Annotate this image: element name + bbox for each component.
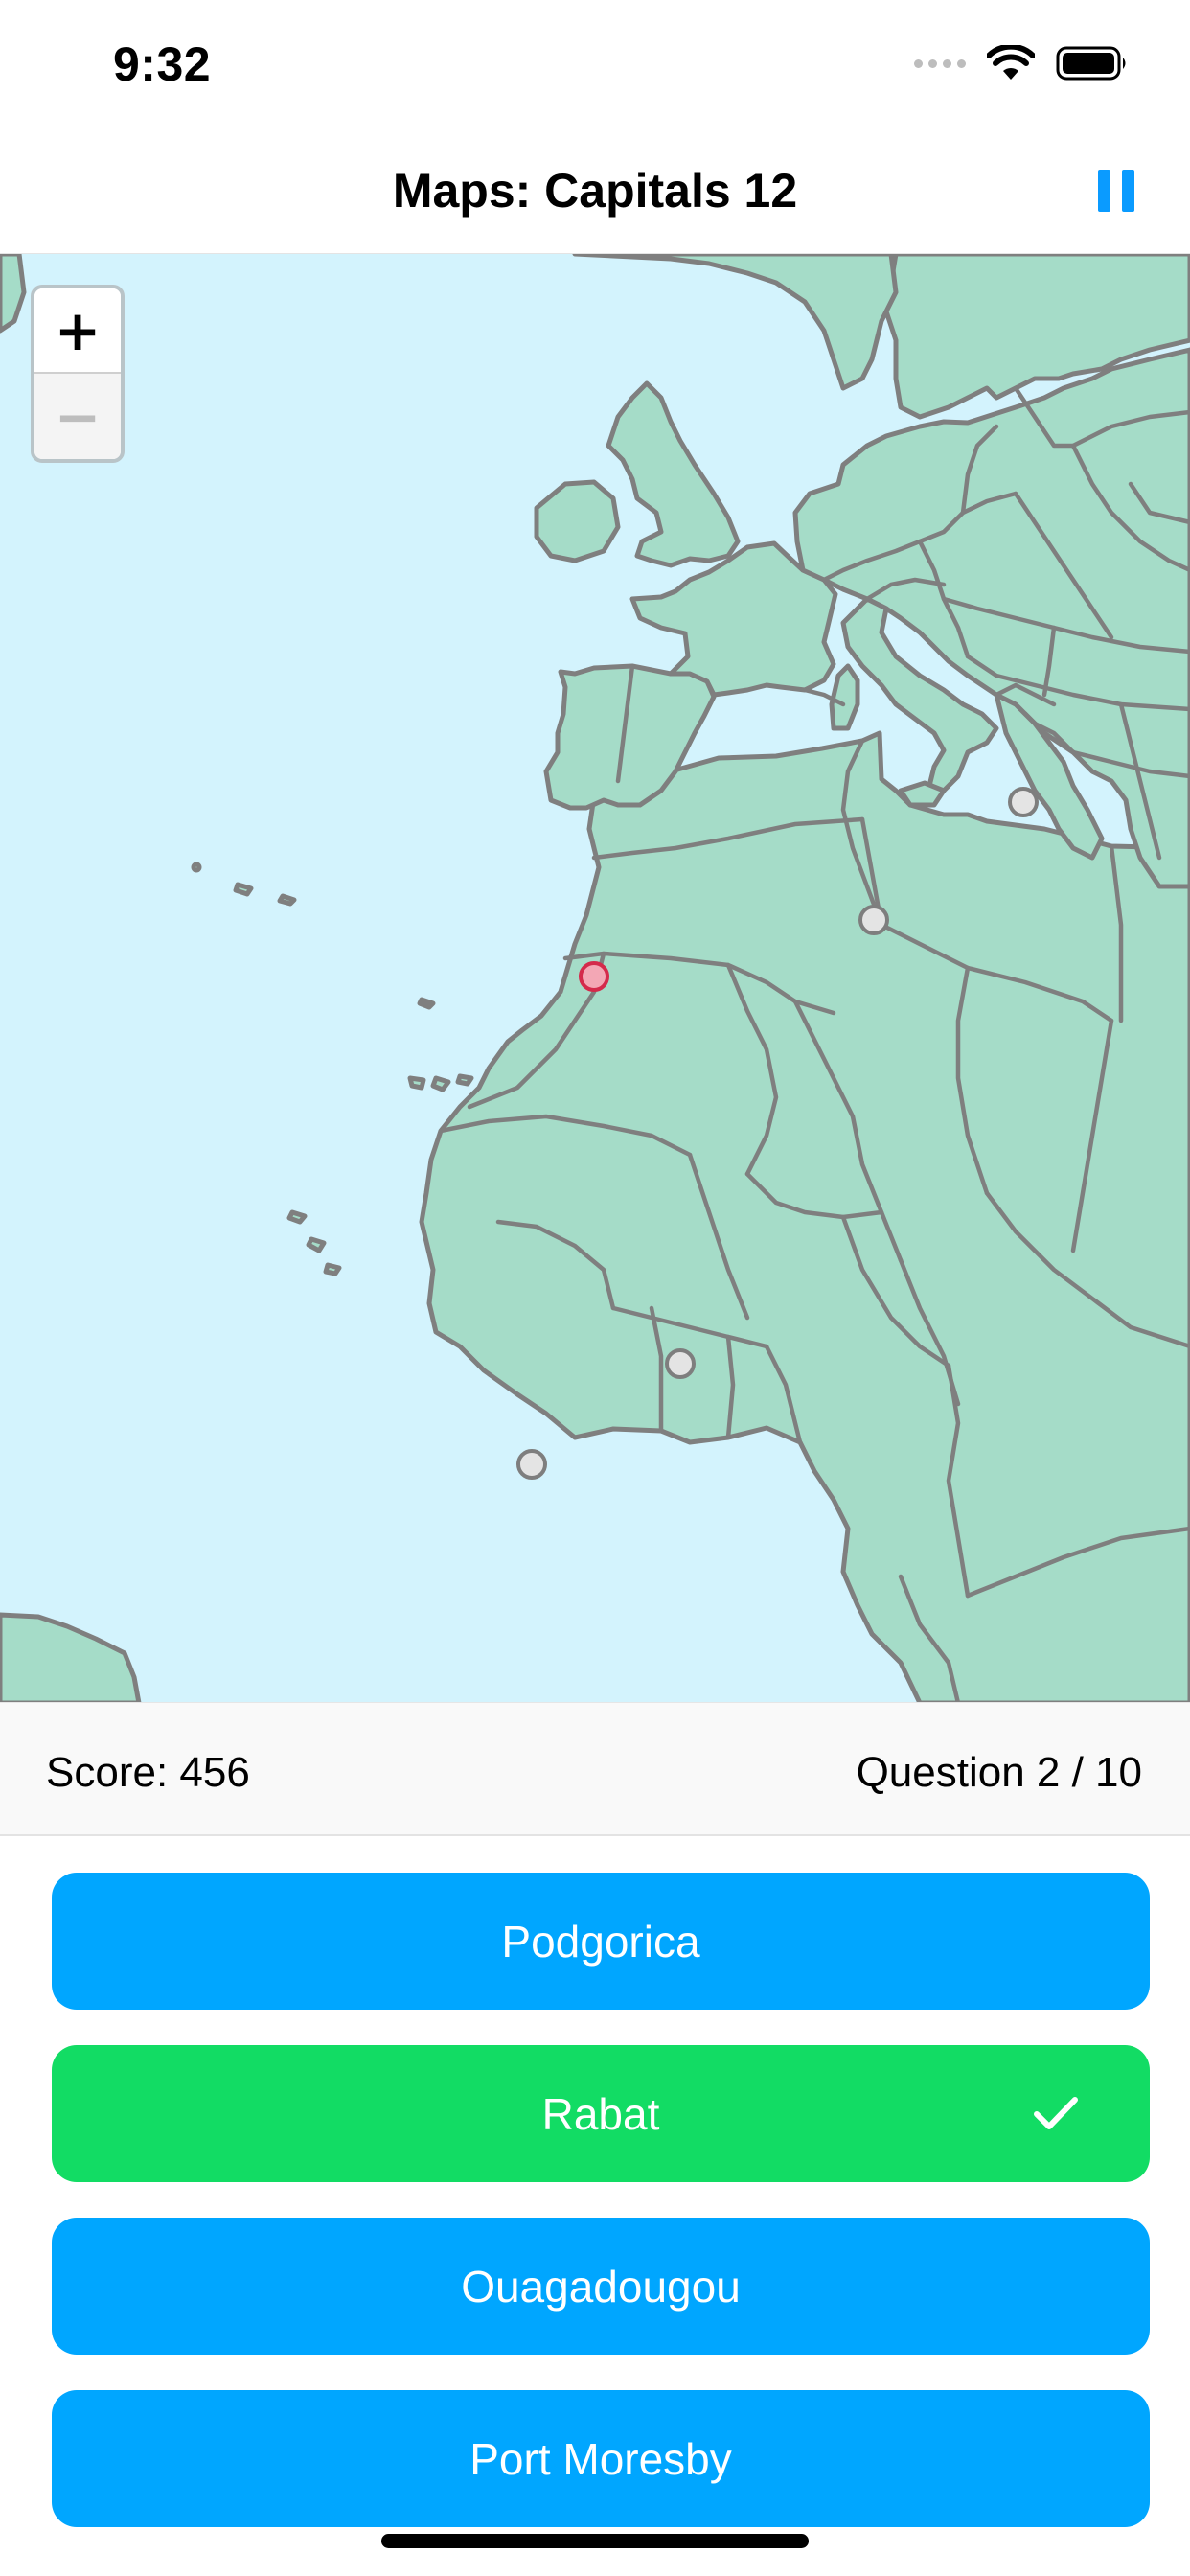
answer-label: Rabat	[541, 2088, 660, 2139]
map-marker-ouagadougou[interactable]	[665, 1348, 696, 1379]
status-time: 9:32	[113, 37, 212, 91]
battery-icon	[1056, 46, 1126, 80]
answer-list: Podgorica Rabat Ouagadougou Port Moresby	[52, 1873, 1150, 2563]
northern-coast-landmass	[572, 254, 899, 391]
zoom-out-button[interactable]: −	[34, 374, 121, 459]
answer-label: Port Moresby	[469, 2433, 732, 2484]
zoom-control: + −	[31, 285, 125, 463]
answer-button-rabat[interactable]: Rabat	[52, 2045, 1150, 2182]
africa-landmass	[419, 730, 1190, 1702]
answer-button-ouagadougou[interactable]: Ouagadougou	[52, 2218, 1150, 2355]
sicily-landmass	[898, 780, 947, 808]
score-bar: Score: 456 Question 2 / 10	[0, 1702, 1190, 1836]
answer-label: Ouagadougou	[461, 2261, 741, 2312]
checkmark-icon	[1034, 2096, 1078, 2129]
pause-button[interactable]	[1092, 165, 1140, 217]
map-view[interactable]: + −	[0, 253, 1190, 1702]
zoom-in-button[interactable]: +	[34, 288, 121, 374]
ireland-landmass	[534, 479, 621, 564]
status-bar: 9:32	[0, 0, 1190, 125]
pause-icon	[1098, 170, 1110, 212]
south-america-landmass	[0, 1612, 142, 1702]
great-britain-landmass	[606, 380, 741, 568]
answer-label: Podgorica	[501, 1916, 700, 1966]
answer-button-podgorica[interactable]: Podgorica	[52, 1873, 1150, 2010]
score-label: Score: 456	[46, 1749, 250, 1796]
home-indicator	[381, 2534, 809, 2548]
map-marker-freetown[interactable]	[516, 1449, 547, 1480]
map-marker-rabat-selected[interactable]	[579, 961, 609, 992]
map-marker-podgorica[interactable]	[1008, 787, 1039, 817]
cellular-signal-icon	[914, 58, 966, 68]
west-islands-landmass	[0, 254, 27, 334]
quiz-screen: 9:32 Maps: Capitals 12 + − Score: 456 Qu…	[0, 0, 1190, 2576]
question-counter: Question 2 / 10	[856, 1749, 1142, 1796]
map-marker-tunis[interactable]	[858, 905, 889, 935]
corsica-sardinia-landmass	[829, 663, 860, 731]
wifi-icon	[987, 45, 1035, 80]
page-title: Maps: Capitals 12	[392, 164, 798, 218]
status-icons	[914, 44, 1129, 82]
navigation-bar: Maps: Capitals 12	[0, 125, 1190, 253]
answer-button-port-moresby[interactable]: Port Moresby	[52, 2390, 1150, 2527]
